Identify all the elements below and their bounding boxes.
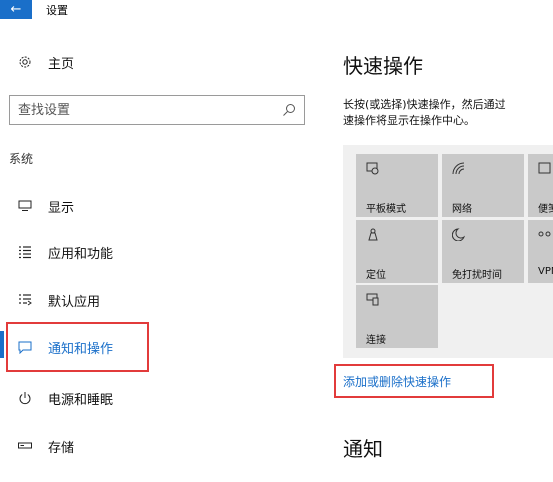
monitor-icon [17, 198, 33, 214]
tablet-mode-icon [366, 162, 380, 179]
tile-vpn[interactable]: VPN [528, 220, 553, 283]
page-title: 快速操作 [343, 54, 423, 78]
default-apps-icon [17, 292, 33, 308]
sidebar-item-default-apps[interactable]: 默认应用 [0, 282, 300, 318]
description-line: 长按(或选择)快速操作，然后通过 [343, 98, 506, 111]
notifications-heading: 通知 [343, 437, 383, 461]
storage-icon [17, 438, 33, 454]
search-input[interactable] [10, 96, 270, 124]
title-bar: ← 设置 [0, 0, 553, 19]
vpn-icon [538, 228, 552, 245]
sidebar-item-label: 默认应用 [48, 294, 101, 310]
network-icon [452, 162, 466, 179]
tile-quiet-hours[interactable]: 免打扰时间 [442, 220, 524, 283]
connect-icon [366, 293, 380, 310]
window-title: 设置 [46, 4, 68, 17]
location-icon [366, 228, 380, 245]
sidebar-item-apps[interactable]: 应用和功能 [0, 234, 300, 270]
tile-label: 定位 [366, 270, 386, 281]
tile-label: 平板模式 [366, 204, 406, 215]
tile-label: 便笺 [538, 204, 553, 215]
search-icon[interactable] [282, 103, 296, 117]
tile-label: 网络 [452, 204, 472, 215]
highlight-box-link [334, 364, 494, 398]
tile-note[interactable]: 便笺 [528, 154, 553, 217]
sidebar-item-power[interactable]: 电源和睡眠 [0, 380, 300, 416]
sidebar-item-storage[interactable]: 存储 [0, 428, 300, 464]
search-box[interactable] [9, 95, 305, 125]
tile-label: 免打扰时间 [452, 270, 502, 281]
power-icon [17, 390, 33, 406]
section-label-system: 系统 [9, 152, 34, 166]
sidebar-item-label: 存储 [48, 440, 75, 456]
moon-icon [451, 228, 466, 245]
sidebar-item-label: 显示 [48, 200, 75, 216]
tile-connect[interactable]: 连接 [356, 285, 438, 348]
sidebar-item-label: 电源和睡眠 [48, 392, 114, 408]
quick-actions-grid: 平板模式 网络 便笺 定位 免打扰时间 VPN 连接 [343, 145, 553, 358]
app-list-icon [17, 244, 33, 260]
description-line: 速操作将显示在操作中心。 [343, 114, 475, 127]
back-button[interactable]: ← [0, 0, 32, 19]
tile-label: 连接 [366, 335, 386, 346]
sidebar-item-display[interactable]: 显示 [0, 188, 300, 224]
quick-actions-description: 长按(或选择)快速操作，然后通过 速操作将显示在操作中心。 [343, 97, 553, 129]
nav-home[interactable]: 主页 [0, 44, 300, 80]
tile-location[interactable]: 定位 [356, 220, 438, 283]
back-arrow-icon: ← [10, 2, 22, 17]
tile-label: VPN [538, 266, 553, 277]
tile-network[interactable]: 网络 [442, 154, 524, 217]
nav-home-label: 主页 [48, 56, 75, 72]
highlight-box-nav [6, 322, 149, 372]
sidebar-item-label: 应用和功能 [48, 246, 114, 262]
tile-tablet-mode[interactable]: 平板模式 [356, 154, 438, 217]
note-icon [538, 162, 552, 179]
gear-icon [17, 54, 33, 70]
